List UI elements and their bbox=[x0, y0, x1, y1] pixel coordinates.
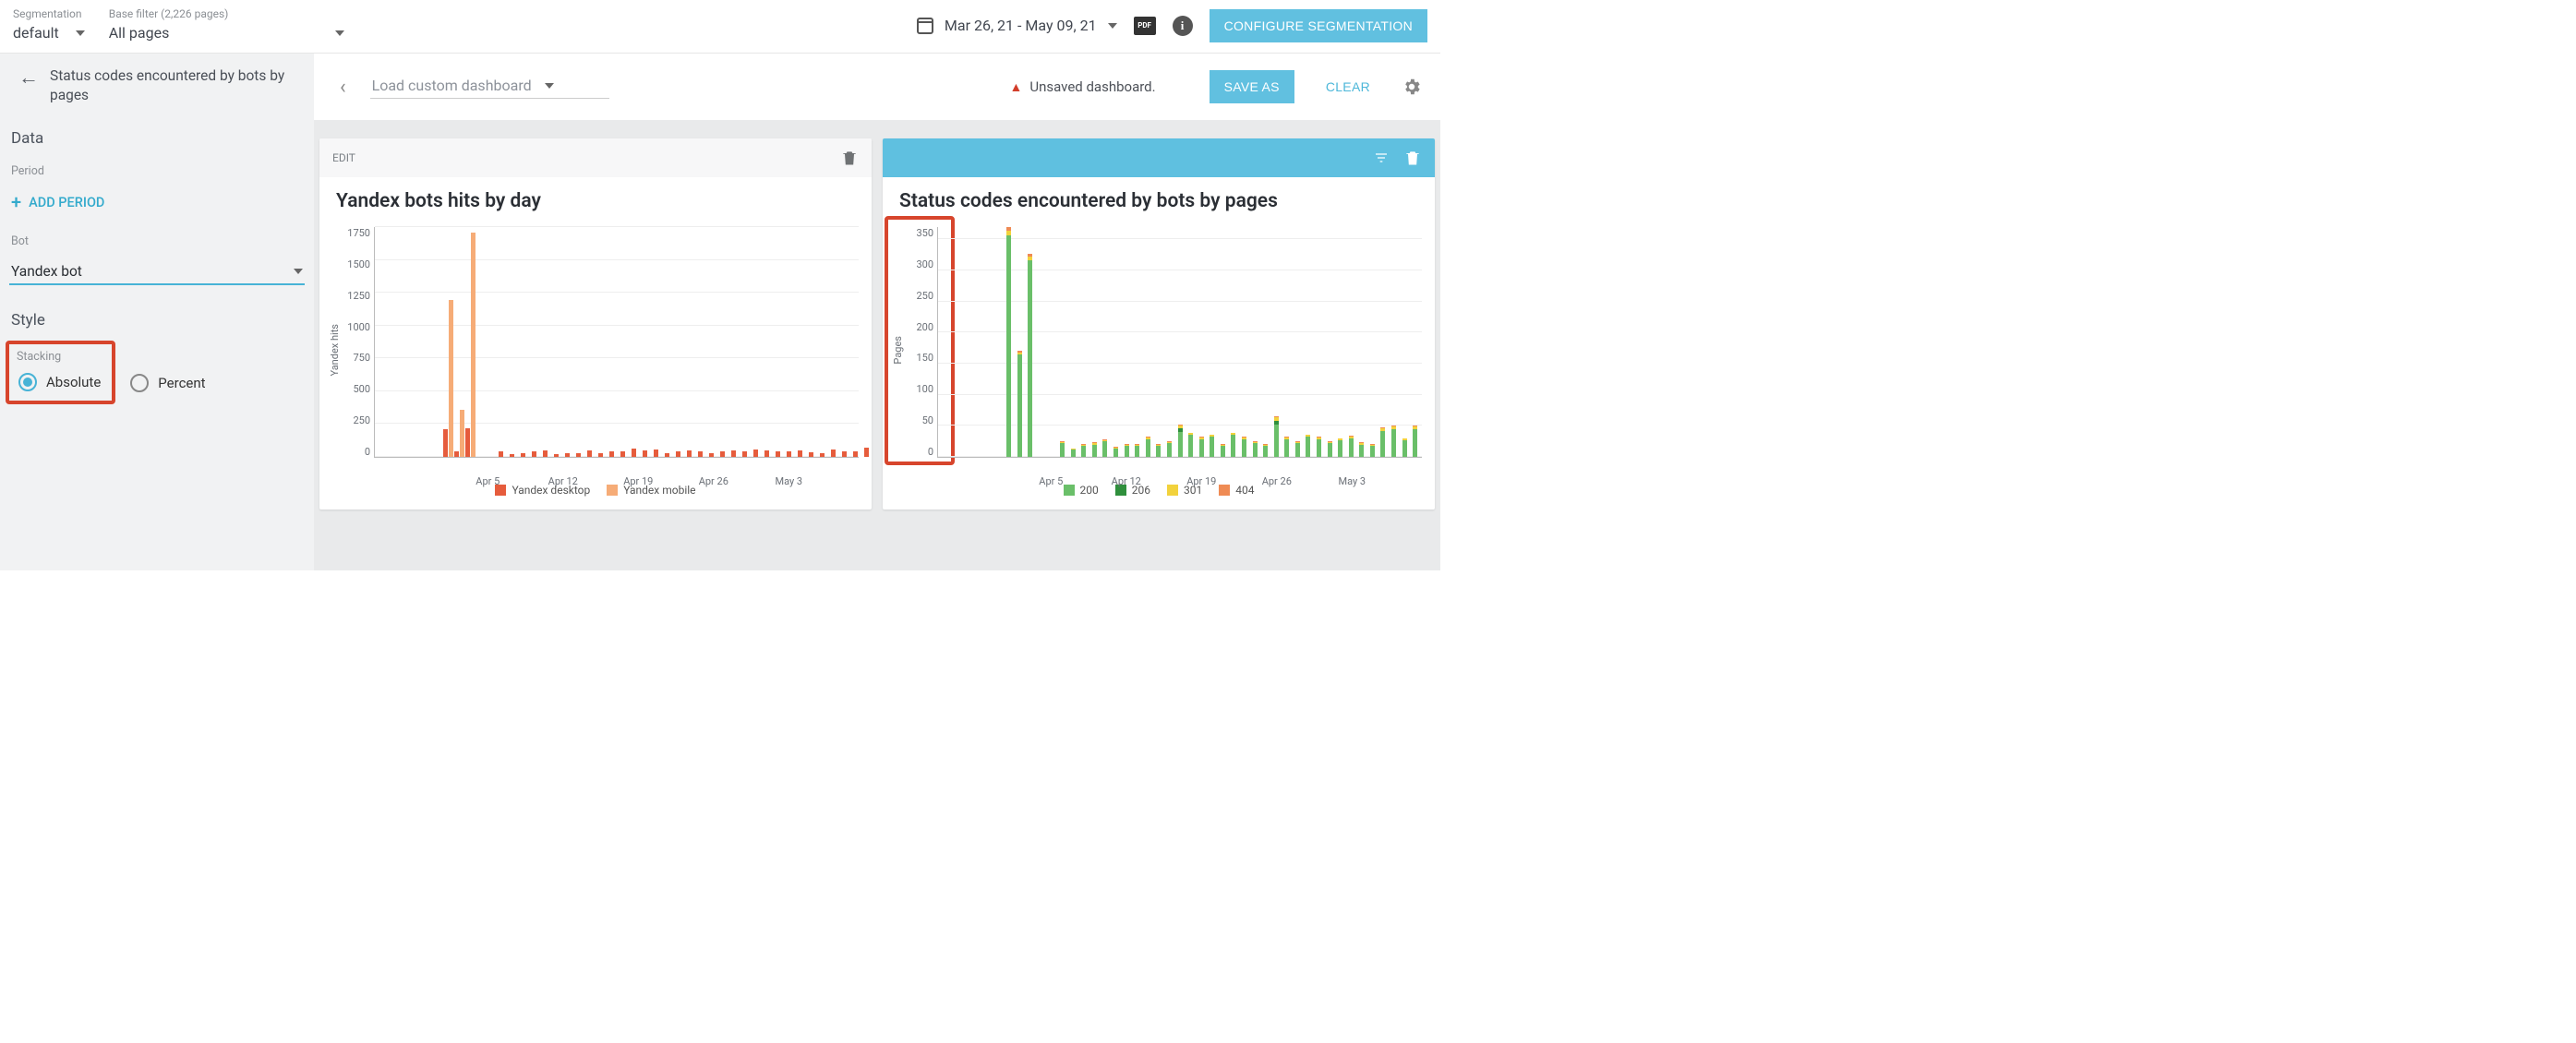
radio-checked-icon bbox=[18, 373, 37, 391]
sidebar-title: Status codes encountered by bots by page… bbox=[50, 66, 303, 105]
chart-card-status: Status codes encountered by bots by page… bbox=[883, 138, 1435, 510]
date-range-value: Mar 26, 21 - May 09, 21 bbox=[945, 17, 1097, 34]
sidebar: ← Status codes encountered by bots by pa… bbox=[0, 54, 314, 570]
content: ← Status codes encountered by bots by pa… bbox=[0, 54, 1440, 570]
highlight-box-stacking: Stacking Absolute bbox=[6, 341, 115, 404]
radio-absolute-label: Absolute bbox=[46, 374, 101, 390]
segmentation-dropdown[interactable]: default bbox=[13, 22, 85, 43]
pdf-export-icon[interactable]: PDF bbox=[1134, 17, 1156, 35]
bot-select[interactable]: Yandex bot bbox=[9, 259, 305, 285]
segmentation-group: Segmentation default bbox=[13, 7, 85, 43]
chevron-down-icon bbox=[294, 269, 303, 274]
info-icon[interactable]: i bbox=[1173, 16, 1193, 36]
y-axis-ticks: 350300250200150100500 bbox=[906, 222, 937, 478]
bot-label: Bot bbox=[0, 222, 314, 254]
legend-swatch bbox=[1219, 485, 1230, 496]
unsaved-label: Unsaved dashboard. bbox=[1029, 78, 1155, 95]
period-label: Period bbox=[0, 151, 314, 184]
card-header: EDIT bbox=[319, 138, 872, 177]
legend-swatch bbox=[607, 485, 618, 496]
back-arrow-icon[interactable]: ← bbox=[18, 66, 39, 89]
gear-icon[interactable] bbox=[1402, 77, 1422, 97]
unsaved-status: ▲ Unsaved dashboard. bbox=[1010, 78, 1156, 95]
basefilter-label: Base filter (2,226 pages) bbox=[109, 7, 345, 20]
topbar: Segmentation default Base filter (2,226 … bbox=[0, 0, 1440, 54]
warning-icon: ▲ bbox=[1010, 79, 1023, 95]
basefilter-group: Base filter (2,226 pages) All pages bbox=[109, 7, 345, 43]
legend-label: 200 bbox=[1080, 484, 1099, 497]
legend-item[interactable]: 200 bbox=[1064, 484, 1099, 497]
segmentation-value: default bbox=[13, 24, 59, 42]
main: ‹ Load custom dashboard ▲ Unsaved dashbo… bbox=[314, 54, 1440, 570]
data-heading: Data bbox=[0, 114, 314, 151]
card-header-active bbox=[883, 138, 1435, 177]
chart-title: Status codes encountered by bots by page… bbox=[883, 177, 1435, 218]
radio-percent[interactable]: Percent bbox=[121, 333, 205, 392]
chevron-down-icon bbox=[545, 83, 554, 89]
load-dashboard-label: Load custom dashboard bbox=[372, 77, 532, 94]
plus-icon: + bbox=[11, 198, 21, 207]
segmentation-label: Segmentation bbox=[13, 7, 85, 20]
clear-button[interactable]: CLEAR bbox=[1311, 70, 1385, 103]
load-dashboard-dropdown[interactable]: Load custom dashboard bbox=[370, 75, 609, 99]
trash-icon[interactable] bbox=[1403, 148, 1422, 168]
calendar-icon bbox=[917, 18, 933, 34]
legend-item[interactable]: 404 bbox=[1219, 484, 1254, 497]
chevron-down-icon bbox=[76, 30, 85, 36]
radio-absolute[interactable]: Absolute bbox=[11, 369, 110, 395]
cards-row: EDIT Yandex bots hits by day Yandex hits… bbox=[314, 138, 1440, 510]
y-axis-label: Yandex hits bbox=[327, 324, 343, 377]
chart-canvas: Yandex hits17501500125010007505002500Apr… bbox=[327, 222, 864, 478]
radio-percent-label: Percent bbox=[158, 375, 205, 391]
legend-swatch bbox=[1167, 485, 1178, 496]
chevron-down-icon bbox=[335, 30, 344, 36]
chevron-left-icon[interactable]: ‹ bbox=[332, 76, 354, 99]
basefilter-dropdown[interactable]: All pages bbox=[109, 22, 345, 43]
save-as-button[interactable]: SAVE AS bbox=[1210, 70, 1294, 103]
y-axis-ticks: 17501500125010007505002500 bbox=[343, 222, 374, 478]
y-axis-label: Pages bbox=[890, 336, 906, 365]
radio-unchecked-icon bbox=[130, 374, 149, 392]
chevron-down-icon bbox=[1108, 23, 1117, 29]
plot-area: Apr 5Apr 12Apr 19Apr 26May 3 bbox=[374, 227, 859, 458]
style-heading: Style bbox=[0, 285, 314, 333]
chart-title: Yandex bots hits by day bbox=[319, 177, 872, 218]
add-period-button[interactable]: + ADD PERIOD bbox=[0, 184, 314, 222]
trash-icon[interactable] bbox=[840, 148, 859, 168]
stacking-label: Stacking bbox=[11, 344, 110, 369]
edit-link[interactable]: EDIT bbox=[332, 151, 355, 164]
legend-swatch bbox=[1064, 485, 1075, 496]
basefilter-value: All pages bbox=[109, 24, 170, 42]
date-range-picker[interactable]: Mar 26, 21 - May 09, 21 bbox=[917, 17, 1117, 34]
add-period-label: ADD PERIOD bbox=[29, 195, 104, 210]
bot-value: Yandex bot bbox=[11, 263, 82, 280]
configure-segmentation-button[interactable]: CONFIGURE SEGMENTATION bbox=[1210, 9, 1427, 42]
dashboard-toolbar: ‹ Load custom dashboard ▲ Unsaved dashbo… bbox=[314, 54, 1440, 120]
filter-icon[interactable] bbox=[1372, 150, 1390, 165]
legend-label: 404 bbox=[1235, 484, 1254, 497]
plot-area: Apr 5Apr 12Apr 19Apr 26May 3 bbox=[937, 227, 1422, 458]
chart-canvas: Pages350300250200150100500Apr 5Apr 12Apr… bbox=[890, 222, 1427, 478]
chart-card-hits: EDIT Yandex bots hits by day Yandex hits… bbox=[319, 138, 872, 510]
